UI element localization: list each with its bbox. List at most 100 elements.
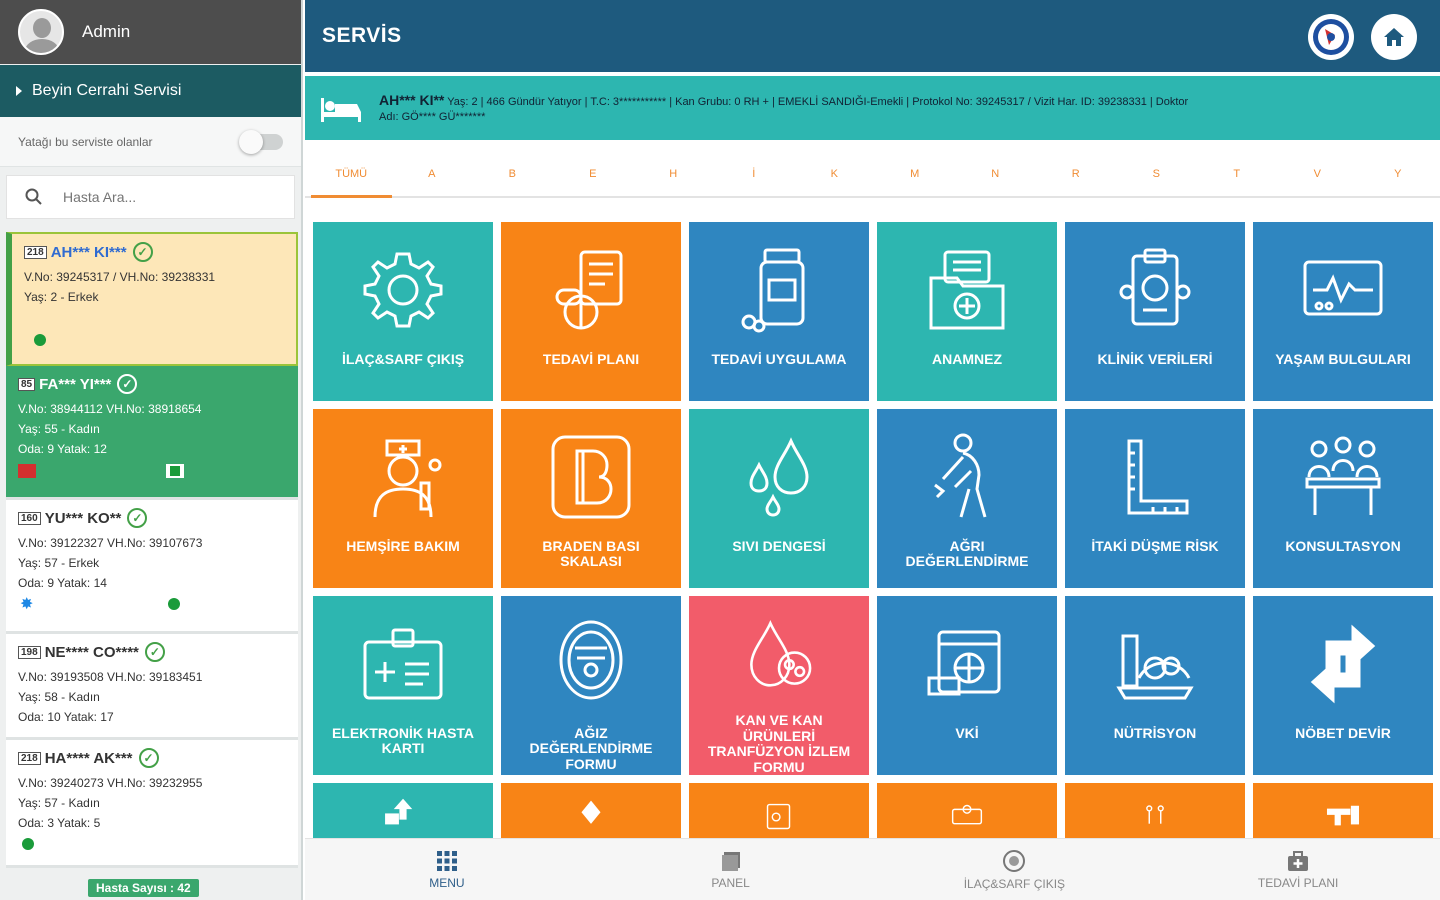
tile-label: HEMŞİRE BAKIM [346,538,460,554]
tile-partial[interactable] [501,783,681,839]
patient-search [6,175,295,219]
ruler-icon [1127,439,1189,515]
patient-count-badge: Hasta Sayısı : 42 [88,879,199,897]
pill-icon [1003,849,1026,872]
tile-nobet-devir[interactable]: NÖBET DEVİR [1253,596,1433,775]
tile-braden-basi-skalasi[interactable]: BRADEN BASI SKALASI [501,409,681,588]
patient-card[interactable]: 218 HA**** AK*** ✓ V.No: 39240273 VH.No: 3… [6,740,298,868]
tab-letter[interactable]: V [1277,150,1358,196]
tile-label: TEDAVİ UYGULAMA [711,351,847,367]
tile-agiz-degerlendirme-formu[interactable]: AĞIZ DEĞERLENDİRME FORMU [501,596,681,775]
page-title: SERVİS [322,24,402,47]
tile-label: AĞIZ DEĞERLENDİRME FORMU [529,725,653,772]
tile-label: SIVI DENGESİ [732,538,826,554]
tab-letter[interactable]: N [955,150,1036,196]
nav-ilac-sarf[interactable]: İLAÇ&SARF ÇIKIŞ [873,839,1157,900]
tab-letter[interactable]: K [794,150,875,196]
tab-letter[interactable]: B [472,150,553,196]
check-icon: ✓ [117,374,138,394]
patient-info-name: AH*** KI** [379,91,445,108]
patient-card[interactable]: 160 YU*** KO** ✓ V.No: 39122327 VH.No: 391… [6,500,298,634]
tile-label: ANAMNEZ [932,351,1002,367]
tile-tedavi-uygulama[interactable]: TEDAVİ UYGULAMA [689,222,869,401]
nav-panel[interactable]: PANEL [589,839,873,900]
transfer-arrows-icon [1310,624,1376,704]
tile-label: TEDAVİ PLANI [542,351,640,367]
patient-room-bed: Oda: 9 Yatak: 14 [18,576,107,590]
tile-tedavi-plani[interactable]: TEDAVİ PLANI [501,222,681,401]
user-bar[interactable]: Admin [0,0,301,64]
tile-itaki-dusme-risk[interactable]: İTAKİ DÜŞME RİSK [1065,409,1245,588]
medical-folder-icon [929,250,1005,330]
patient-number: 218 [18,751,41,765]
drops-icon [749,437,809,517]
nurse-icon [373,439,442,518]
patient-info-details: Yaş: 2 | 466 Gündür Yatıyor | T.C: 3****… [447,95,1189,108]
tab-letter[interactable]: T [1197,150,1278,196]
tile-label: İTAKİ DÜŞME RİSK [1091,538,1219,554]
search-icon [25,188,42,205]
status-dot-icon [168,598,180,610]
tile-yasam-bulgulari[interactable]: YAŞAM BULGULARI [1253,222,1433,401]
tile-klinik-verileri[interactable]: KLİNİK VERİLERİ [1065,222,1245,401]
medicine-bottle-icon [741,248,805,333]
tab-letter[interactable]: R [1036,150,1117,196]
patient-info-bar: AH*** KI** Yaş: 2 | 466 Gündür Yatıyor |… [305,76,1440,140]
letter-tabs: TÜMÜ A B E H İ K M N R S T V Y [305,150,1440,198]
home-button[interactable] [1371,14,1417,60]
service-name: Beyin Cerrahi Servisi [32,82,182,99]
tab-all[interactable]: TÜMÜ [311,150,392,198]
search-input[interactable] [63,189,263,205]
check-icon: ✓ [132,242,153,262]
status-dot-icon [22,838,34,850]
tile-label: BRADEN BASI SKALASI [542,538,640,570]
tile-partial[interactable] [313,783,493,839]
patient-age-sex: Yaş: 2 - Erkek [24,290,99,304]
tile-kan-transfuzyon[interactable]: KAN VE KAN ÜRÜNLERİ TRANFÜZYON İZLEM FOR… [689,596,869,775]
tile-nutrisyon[interactable]: NÜTRİSYON [1065,596,1245,775]
tile-partial[interactable] [1253,783,1433,839]
tab-letter[interactable]: S [1116,150,1197,196]
tile-label: NÜTRİSYON [1113,725,1197,741]
patient-number: 198 [18,645,41,659]
nav-tedavi-plani[interactable]: TEDAVİ PLANI [1156,839,1440,900]
id-card-icon [363,628,443,700]
tab-letter[interactable]: H [633,150,714,196]
patient-info-doctor: Adı: GÖ**** GÜ******* [379,111,486,124]
patient-card[interactable]: 198 NE**** CO**** ✓ V.No: 39193508 VH.No: … [6,634,298,740]
tile-partial[interactable] [1065,783,1245,839]
tile-anamnez[interactable]: ANAMNEZ [877,222,1057,401]
tab-letter[interactable]: A [392,150,473,196]
tile-konsultasyon[interactable]: KONSULTASYON [1253,409,1433,588]
patient-age-sex: Yaş: 58 - Kadın [18,690,100,704]
grid-icon [436,850,457,871]
red-flag-icon [18,464,36,478]
patient-card[interactable]: 85 FA*** YI*** ✓ V.No: 38944112 VH.No: 389… [6,366,298,500]
tab-letter[interactable]: İ [714,150,795,196]
patient-visit-no: V.No: 39122327 VH.No: 39107673 [18,536,203,550]
avatar [18,9,64,55]
tile-label: AĞRI DEĞERLENDİRME [905,538,1029,570]
medkit-icon [1288,850,1309,871]
module-grid: İLAÇ&SARF ÇIKIŞ TEDAVİ PLANI TEDAVİ UYGU… [313,222,1433,839]
main-area: SERVİS AH*** KI** Yaş: 2 | 466 Gündür Ya… [305,0,1440,900]
tile-sivi-dengesi[interactable]: SIVI DENGESİ [689,409,869,588]
tab-letter[interactable]: E [553,150,634,196]
tile-elektronik-hasta-karti[interactable]: ELEKTRONİK HASTA KARTI [313,596,493,775]
service-selector[interactable]: Beyin Cerrahi Servisi [0,65,301,117]
patient-card[interactable]: 218 AH*** KI*** ✓ V.No: 39245317 / VH.No: … [6,232,298,366]
tile-vki[interactable]: VKİ [877,596,1057,775]
tile-partial[interactable] [689,783,869,839]
patient-age-sex: Yaş: 57 - Kadın [18,796,100,810]
logo-button[interactable] [1308,14,1354,60]
tile-ilac-sarf-cikis[interactable]: İLAÇ&SARF ÇIKIŞ [313,222,493,401]
nav-menu[interactable]: MENU [305,839,589,900]
bed-filter-toggle[interactable] [239,129,283,154]
tile-hemsire-bakim[interactable]: HEMŞİRE BAKIM [313,409,493,588]
tab-letter[interactable]: M [875,150,956,196]
tab-letter[interactable]: Y [1358,150,1439,196]
pins-icon [1146,805,1164,824]
tile-agri-degerlendirme[interactable]: AĞRI DEĞERLENDİRME [877,409,1057,588]
check-icon: ✓ [138,748,159,768]
tile-partial[interactable] [877,783,1057,839]
